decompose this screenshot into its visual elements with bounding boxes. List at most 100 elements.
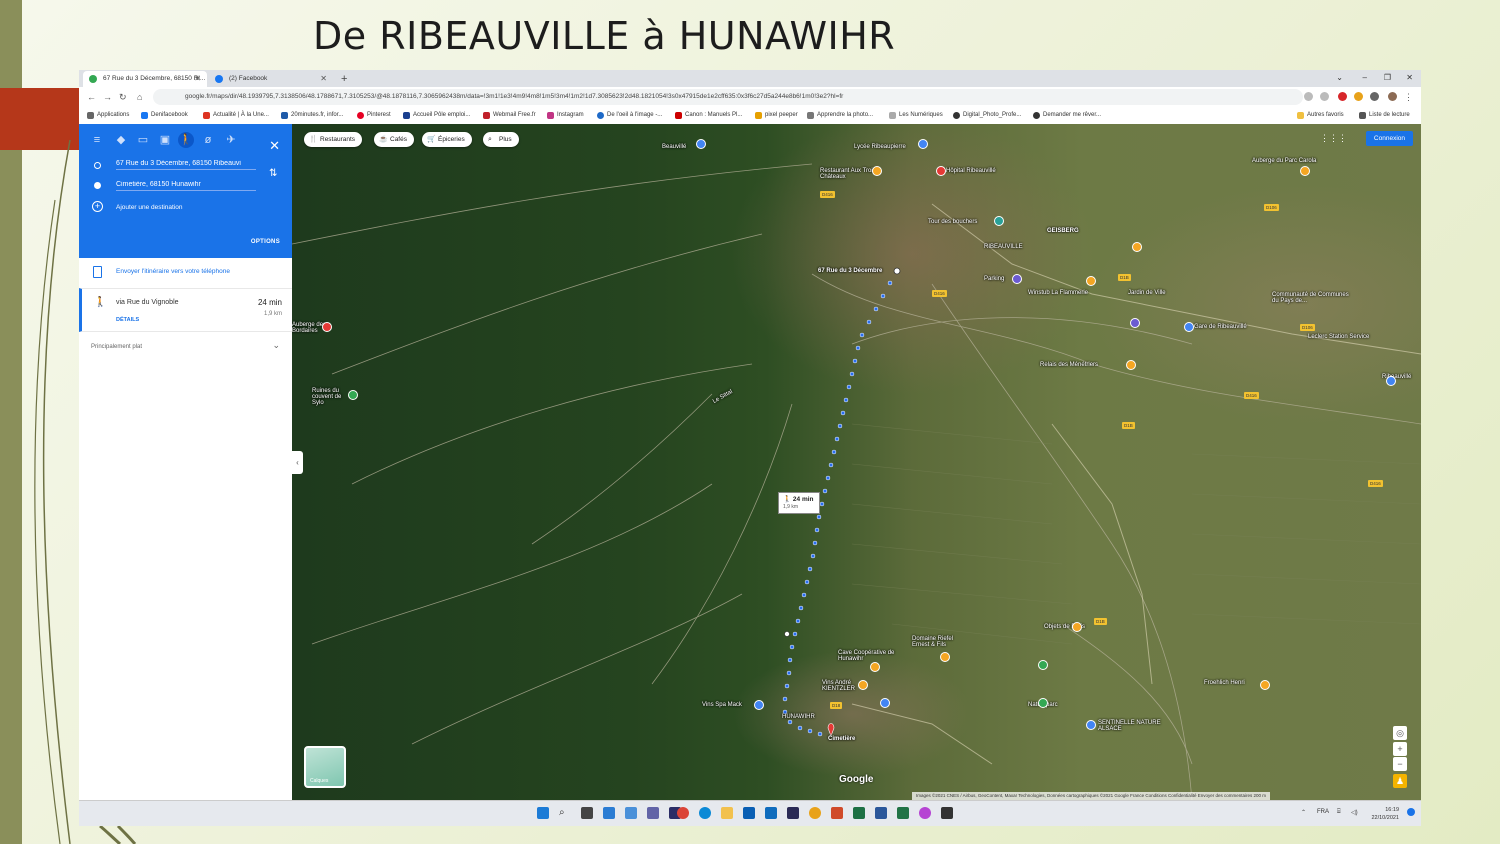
forward-icon[interactable]: → — [103, 89, 112, 105]
collapse-panel-button[interactable]: ‹ — [292, 451, 303, 474]
bookmark-other[interactable]: Autres favoris — [1297, 107, 1344, 124]
wine-pin-icon[interactable] — [870, 662, 880, 672]
bookmark-item[interactable]: pixel peeper — [755, 107, 798, 124]
mail-icon[interactable] — [765, 807, 777, 819]
wine-pin-icon[interactable] — [940, 652, 950, 662]
bookmark-item[interactable]: Digital_Photo_Profe... — [953, 107, 1021, 124]
explorer-icon[interactable] — [721, 807, 733, 819]
url-field[interactable]: google.fr/maps/dir/48.1939795,7.3138506/… — [153, 89, 1303, 105]
menu-icon[interactable]: ≡ — [89, 132, 105, 148]
place-pin-icon[interactable] — [880, 698, 890, 708]
wine-pin-icon[interactable] — [1260, 680, 1270, 690]
flight-icon[interactable]: ✈ — [223, 132, 239, 148]
tab-facebook[interactable]: (2) Facebook ✕ — [209, 71, 333, 87]
train-pin-icon[interactable] — [1184, 322, 1194, 332]
reload-icon[interactable]: ↻ — [119, 89, 127, 105]
bookmark-item[interactable]: Actualité | À la Une... — [203, 107, 269, 124]
transit-icon[interactable]: ▣ — [157, 132, 173, 148]
search-icon[interactable]: ⌕ — [559, 807, 571, 819]
zoom-out-button[interactable]: − — [1393, 757, 1407, 771]
excel-icon[interactable] — [853, 807, 865, 819]
start-icon[interactable] — [537, 807, 549, 819]
add-destination-button[interactable]: Ajouter une destination — [116, 204, 183, 211]
park-pin-icon[interactable] — [1038, 660, 1048, 670]
widgets-icon[interactable] — [603, 807, 615, 819]
place-pin-icon[interactable] — [696, 139, 706, 149]
chip-more[interactable]: ⌕ Plus — [483, 132, 519, 147]
zoom-in-button[interactable]: + — [1393, 742, 1407, 756]
restore-icon[interactable]: ❐ — [1384, 70, 1391, 86]
place-pin-icon[interactable] — [1072, 622, 1082, 632]
walk-icon[interactable]: 🚶 — [178, 132, 194, 148]
app-icon[interactable] — [897, 807, 909, 819]
clock[interactable]: 16:19 22/10/2021 — [1371, 806, 1399, 822]
bookmark-item[interactable]: Canon : Manuels Pl... — [675, 107, 742, 124]
parking-pin-icon[interactable] — [1130, 318, 1140, 328]
origin-field[interactable]: 67 Rue du 3 Décembre, 68150 Ribeauvi — [116, 160, 256, 170]
chevron-down-icon[interactable]: ⌄ — [272, 340, 280, 351]
close-tab-icon[interactable]: ✕ — [194, 71, 201, 87]
close-icon[interactable]: ✕ — [269, 138, 280, 154]
park-pin-icon[interactable] — [1038, 698, 1048, 708]
restaurant-pin-icon[interactable] — [1132, 242, 1142, 252]
place-pin-icon[interactable] — [754, 700, 764, 710]
bookmark-item[interactable]: Webmail Free.fr — [483, 107, 536, 124]
place-pin-icon[interactable] — [994, 216, 1004, 226]
word-icon[interactable] — [875, 807, 887, 819]
best-route-icon[interactable]: ◆ — [113, 132, 129, 148]
place-pin-icon[interactable] — [1086, 720, 1096, 730]
place-pin-icon[interactable] — [322, 322, 332, 332]
chip-restaurants[interactable]: 🍴 Restaurants — [304, 132, 363, 147]
bookmark-item[interactable]: Les Numériques — [889, 107, 943, 124]
details-link[interactable]: DÉTAILS — [116, 317, 139, 323]
swap-icon[interactable]: ⇅ — [269, 168, 277, 179]
bookmark-item[interactable]: Denifacebook — [141, 107, 188, 124]
my-location-icon[interactable]: ◎ — [1393, 726, 1407, 740]
menu-dots-icon[interactable]: ⋮ — [1404, 89, 1413, 105]
app-icon[interactable] — [809, 807, 821, 819]
bookmark-reading-list[interactable]: Liste de lecture — [1359, 107, 1410, 124]
teams-icon[interactable] — [647, 807, 659, 819]
minimize-icon[interactable]: – — [1363, 70, 1367, 86]
calendar-icon[interactable] — [743, 807, 755, 819]
place-pin-icon[interactable] — [1300, 166, 1310, 176]
back-icon[interactable]: ← — [87, 89, 96, 105]
destination-field[interactable]: Cimetière, 68150 Hunawihr — [116, 181, 256, 191]
install-icon[interactable] — [1304, 92, 1313, 101]
tab-search-icon[interactable]: ⌄ — [1336, 70, 1343, 86]
extension-icon[interactable] — [1354, 92, 1363, 101]
bookmark-item[interactable]: Accueil Pôle emploi... — [403, 107, 470, 124]
app-icon[interactable] — [831, 807, 843, 819]
restaurant-pin-icon[interactable] — [872, 166, 882, 176]
bookmark-item[interactable]: De l'oeil à l'image -... — [597, 107, 662, 124]
sign-in-button[interactable]: Connexion — [1365, 131, 1413, 146]
layers-button[interactable]: Calques — [304, 746, 346, 788]
restaurant-pin-icon[interactable] — [1086, 276, 1096, 286]
chevron-up-icon[interactable]: ⌃ — [1301, 809, 1306, 816]
home-icon[interactable]: ⌂ — [137, 89, 142, 105]
pegman-icon[interactable]: ♟ — [1393, 774, 1407, 788]
edge-icon[interactable] — [699, 807, 711, 819]
messenger-icon[interactable] — [919, 807, 931, 819]
options-button[interactable]: OPTIONS — [251, 239, 280, 245]
place-pin-icon[interactable] — [1386, 376, 1396, 386]
apps-grid-icon[interactable]: ⋮⋮⋮ — [1320, 133, 1347, 144]
chip-grocery[interactable]: 🛒 Épiceries — [422, 132, 472, 147]
hotel-pin-icon[interactable] — [1126, 360, 1136, 370]
hospital-pin-icon[interactable] — [936, 166, 946, 176]
bookmark-item[interactable]: Pinterest — [357, 107, 391, 124]
tab-maps[interactable]: 67 Rue du 3 Décembre, 68150 Ri... ✕ — [83, 71, 207, 87]
parking-pin-icon[interactable] — [1012, 274, 1022, 284]
bookmark-item[interactable]: Demander me rêver... — [1033, 107, 1101, 124]
new-tab-button[interactable]: + — [341, 71, 347, 87]
car-icon[interactable]: ▭ — [135, 132, 151, 148]
close-tab-icon[interactable]: ✕ — [320, 71, 327, 87]
chip-cafes[interactable]: ☕ Cafés — [374, 132, 414, 147]
notification-icon[interactable] — [1407, 808, 1415, 816]
send-to-phone-link[interactable]: Envoyer l'itinéraire vers votre téléphon… — [116, 268, 230, 275]
window-close-icon[interactable]: ✕ — [1406, 70, 1413, 86]
wine-pin-icon[interactable] — [858, 680, 868, 690]
profile-avatar[interactable] — [1388, 92, 1397, 101]
lightroom-icon[interactable] — [787, 807, 799, 819]
bookmark-item[interactable]: 20minutes.fr, infor... — [281, 107, 343, 124]
